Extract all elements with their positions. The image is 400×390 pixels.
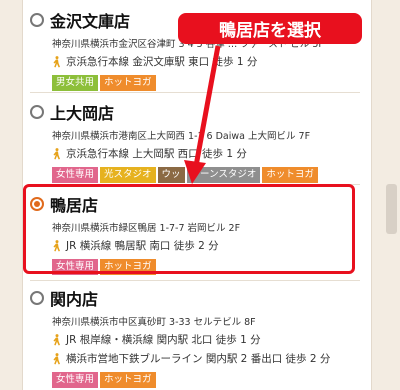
arrow-icon: [184, 45, 221, 184]
callout-label: 鴨居店を選択: [178, 13, 362, 44]
